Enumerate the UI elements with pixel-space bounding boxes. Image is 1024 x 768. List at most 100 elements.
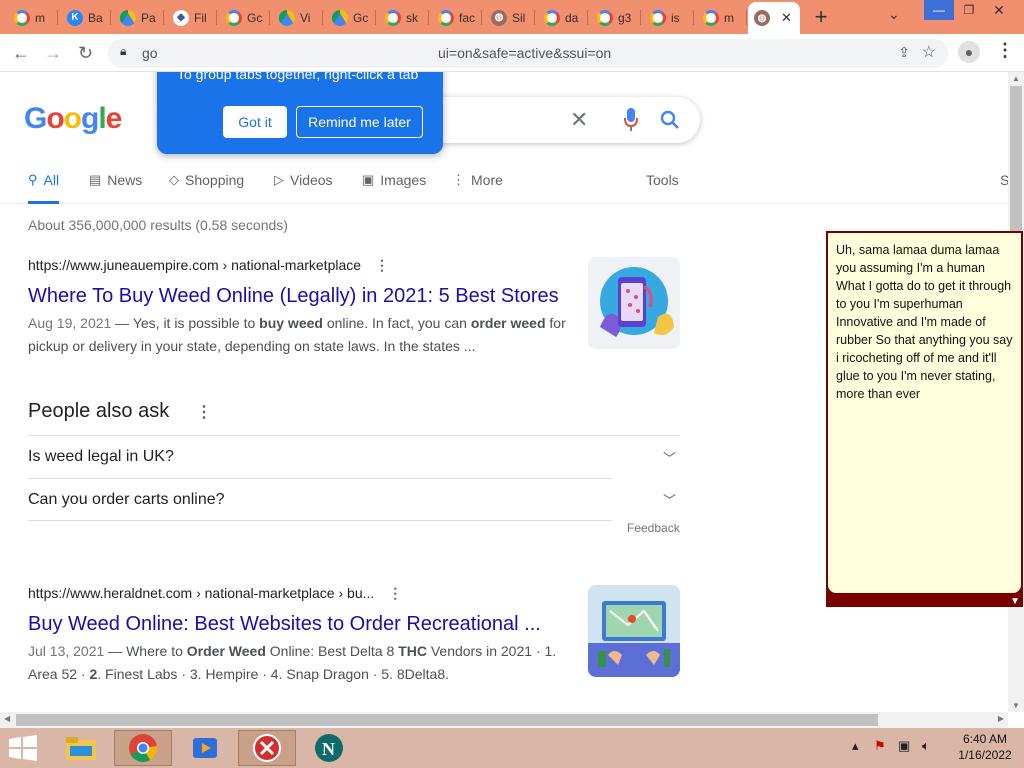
browser-tab[interactable]: g3 [591, 5, 641, 30]
got-it-button[interactable]: Got it [223, 106, 287, 138]
result-title-link[interactable]: Where To Buy Weed Online (Legally) in 20… [28, 285, 568, 308]
volume-mute-icon[interactable]: 🔈︎ [922, 738, 930, 754]
tab-label: Fil [194, 10, 207, 25]
tab-videos[interactable]: ▷ Videos [274, 172, 333, 204]
file-explorer-icon[interactable] [52, 730, 110, 766]
google-icon [226, 9, 242, 26]
microphone-icon[interactable] [624, 108, 638, 132]
feedback-link[interactable]: Feedback [627, 521, 680, 535]
tab-news[interactable]: ▤ News [89, 172, 142, 204]
netscape-icon[interactable]: N [300, 730, 358, 766]
sticky-note-text[interactable]: Uh, sama lamaa duma lamaa you assuming I… [828, 233, 1021, 593]
reload-icon[interactable]: ↻ [78, 43, 93, 64]
error-app-icon[interactable] [238, 730, 296, 766]
tab-search-chevron-icon[interactable]: ⌄ [888, 6, 900, 23]
google-icon [597, 9, 613, 26]
search-icon[interactable] [660, 110, 680, 130]
more-options-icon[interactable]: ⋮ [388, 585, 402, 601]
profile-avatar-icon[interactable]: ● [958, 41, 980, 63]
scroll-right-arrow-icon[interactable]: ▶ [998, 714, 1004, 723]
browser-tab[interactable]: Pa [114, 5, 164, 30]
browser-tab[interactable]: Gc [220, 5, 270, 30]
windows-start-icon[interactable] [8, 735, 38, 761]
media-player-icon[interactable] [176, 730, 234, 766]
horizontal-scrollbar[interactable]: ◀ ▶ [0, 712, 1008, 728]
tab-active[interactable]: ◍ ✕ [748, 2, 800, 34]
remind-later-button[interactable]: Remind me later [296, 106, 423, 138]
back-icon[interactable]: ← [12, 43, 30, 64]
safesearch-cut-label[interactable]: S [1000, 172, 1008, 204]
google-icon [438, 9, 454, 26]
paa-options-icon[interactable]: ⋮ [196, 402, 212, 422]
tab-label: Gc [353, 10, 369, 25]
browser-tab[interactable]: ◍ Sil [485, 5, 535, 30]
vertical-scroll-thumb[interactable] [1010, 86, 1022, 246]
tab-strip: m K Ba Pa ◆ Fil Gc Vi Gc sk fac ◍ Sil da g3 is m ◍ ✕ + ⌄… [0, 0, 1024, 34]
chrome-menu-icon[interactable]: ⋮ [996, 40, 1014, 61]
clear-icon[interactable]: ✕ [570, 107, 588, 133]
scroll-left-arrow-icon[interactable]: ◀ [4, 714, 10, 723]
result-thumbnail[interactable] [588, 585, 680, 677]
browser-tab[interactable]: ◆ Fil [167, 5, 217, 30]
browser-tab[interactable]: fac [432, 5, 482, 30]
search-result: https://www.juneauempire.com › national-… [28, 257, 568, 358]
chevron-down-icon: ﹀ [662, 493, 676, 508]
google-logo[interactable]: Google [24, 102, 122, 136]
omnibox[interactable]: 🔒︎ go ui=on&safe=active&ssui=on ⇪ ☆ [108, 39, 948, 68]
url-end: ui=on&safe=active&ssui=on [438, 45, 612, 61]
minimize-button[interactable]: — [924, 0, 954, 20]
browser-tab[interactable]: da [538, 5, 588, 30]
close-tab-icon[interactable]: ✕ [781, 10, 792, 26]
tab-all[interactable]: ⚲ All [28, 172, 60, 204]
scroll-down-arrow-icon[interactable]: ▼ [1012, 701, 1020, 710]
paa-question[interactable]: Is weed legal in UK? ﹀ [28, 435, 680, 478]
show-hidden-icons-arrow-icon[interactable]: ▴ [852, 738, 859, 754]
flag-icon[interactable]: ⚑ [874, 738, 886, 754]
result-cite[interactable]: https://www.juneauempire.com › national-… [28, 257, 568, 277]
bookmark-star-icon[interactable]: ☆ [922, 42, 936, 62]
chrome-taskbar-icon[interactable] [114, 730, 172, 766]
network-icon[interactable]: ▣ [898, 738, 910, 754]
result-thumbnail[interactable] [588, 257, 680, 349]
tab-shopping[interactable]: ◇ Shopping [169, 172, 244, 204]
result-title-link[interactable]: Buy Weed Online: Best Websites to Order … [28, 613, 568, 636]
tab-images[interactable]: ▣ Images [362, 172, 426, 204]
browser-tab[interactable]: m [697, 5, 747, 30]
result-cite[interactable]: https://www.heraldnet.com › national-mar… [28, 585, 568, 605]
note-down-arrow-icon[interactable]: ▼ [1010, 596, 1020, 607]
paa-question[interactable]: Can you order carts online? ﹀ [28, 478, 676, 521]
more-vert-icon: ⋮ [452, 172, 465, 187]
tab-label: Sil [512, 10, 526, 25]
vk-icon: K [67, 9, 83, 26]
scroll-up-arrow-icon[interactable]: ▲ [1012, 74, 1020, 83]
tab-tools[interactable]: Tools [646, 172, 679, 204]
share-icon[interactable]: ⇪ [898, 44, 910, 61]
browser-tab[interactable]: Gc [326, 5, 376, 30]
more-options-icon[interactable]: ⋮ [375, 257, 389, 273]
new-tab-button[interactable]: + [808, 4, 834, 30]
sticky-note[interactable]: Uh, sama lamaa duma lamaa you assuming I… [826, 231, 1023, 607]
maximize-button[interactable]: ❐ [954, 0, 984, 20]
svg-text:N: N [322, 739, 335, 759]
result-snippet: Jul 13, 2021 — Where to Order Weed Onlin… [28, 643, 557, 682]
close-window-button[interactable]: ✕ [984, 0, 1014, 20]
result-snippet: Aug 19, 2021 — Yes, it is possible to bu… [28, 315, 566, 354]
clock[interactable]: 6:40 AM 1/16/2022 [950, 731, 1020, 763]
browser-tab[interactable]: Vi [273, 5, 323, 30]
browser-tab[interactable]: m [8, 5, 58, 30]
tab-label: g3 [618, 10, 632, 25]
tab-label: Pa [141, 10, 156, 25]
drive-icon [120, 9, 136, 26]
drive-icon [279, 9, 295, 26]
tab-label: da [565, 10, 579, 25]
browser-tab[interactable]: K Ba [61, 5, 111, 30]
forward-icon[interactable]: → [44, 43, 62, 64]
search-tabs: ⚲ All ▤ News ◇ Shopping ▷ Videos ▣ Images ⋮ Mo… [0, 172, 1008, 204]
lock-icon[interactable]: 🔒︎ [120, 44, 126, 59]
search-icon: ⚲ [28, 172, 38, 187]
browser-tab[interactable]: is [644, 5, 694, 30]
google-icon [14, 9, 30, 26]
browser-tab[interactable]: sk [379, 5, 429, 30]
tab-more[interactable]: ⋮ More [452, 172, 503, 204]
horizontal-scroll-thumb[interactable] [16, 714, 878, 726]
